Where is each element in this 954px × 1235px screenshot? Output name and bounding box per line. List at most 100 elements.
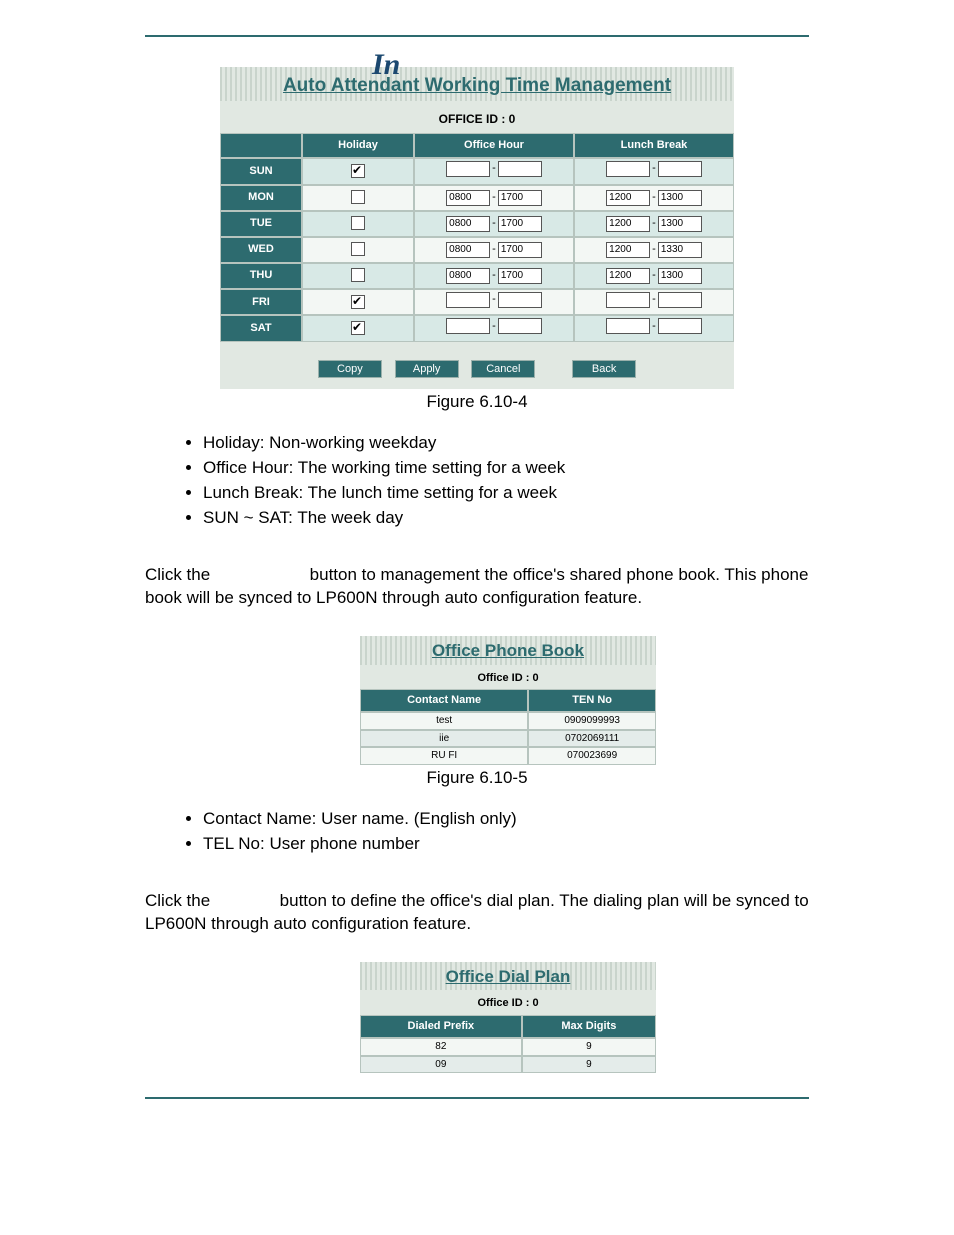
para2-b: button to define the office's dial plan.…: [145, 891, 809, 933]
range-dash: -: [652, 216, 656, 231]
table-row: THU 0800 - 1700 1200 - 1300: [220, 263, 734, 289]
para2-a: Click the: [145, 891, 215, 910]
time-input[interactable]: [446, 161, 490, 177]
time-input[interactable]: [446, 292, 490, 308]
office-hour-cell: -: [414, 158, 574, 185]
back-button[interactable]: Back: [572, 360, 636, 378]
time-input[interactable]: 1700: [498, 190, 542, 206]
lunch-cell: -: [574, 289, 734, 316]
time-input[interactable]: 1700: [498, 268, 542, 284]
day-label: SAT: [220, 315, 302, 342]
time-input[interactable]: 1300: [658, 268, 702, 284]
working-time-panel: Auto Attendant Working Time Management O…: [220, 67, 734, 389]
lunch-cell: -: [574, 315, 734, 342]
time-input[interactable]: [658, 161, 702, 177]
time-input[interactable]: 0800: [446, 216, 490, 232]
paragraph-dialplan: Click the button to define the office's …: [145, 890, 809, 936]
phonebook-title: Office Phone Book: [360, 640, 656, 663]
holiday-checkbox[interactable]: [351, 242, 365, 256]
day-label: SUN: [220, 158, 302, 185]
working-time-table: Holiday Office Hour Lunch Break SUN - - …: [220, 133, 734, 342]
day-label: FRI: [220, 289, 302, 316]
time-input[interactable]: 1200: [606, 190, 650, 206]
range-dash: -: [652, 161, 656, 176]
table-row: 099: [360, 1056, 656, 1074]
table-row: SAT - -: [220, 315, 734, 342]
list-item: Contact Name: User name. (English only): [203, 808, 809, 831]
header-logo: In: [372, 48, 400, 82]
table-row: TUE 0800 - 1700 1200 - 1300: [220, 211, 734, 237]
phonebook-table: Contact Name TEN No test0909099993iie070…: [360, 689, 656, 764]
holiday-checkbox[interactable]: [351, 268, 365, 282]
time-input[interactable]: 1700: [498, 216, 542, 232]
time-input[interactable]: [658, 292, 702, 308]
office-id-label: OFFICE ID : 0: [220, 101, 734, 133]
holiday-cell: [302, 158, 414, 185]
list-item: TEL No: User phone number: [203, 833, 809, 856]
time-input[interactable]: 0800: [446, 190, 490, 206]
time-input[interactable]: [606, 318, 650, 334]
list-item: Lunch Break: The lunch time setting for …: [203, 482, 809, 505]
time-input[interactable]: 1200: [606, 216, 650, 232]
office-hour-cell: -: [414, 289, 574, 316]
apply-button[interactable]: Apply: [395, 360, 459, 378]
prefix-cell: 09: [360, 1056, 522, 1074]
office-hour-cell: 0800 - 1700: [414, 211, 574, 237]
holiday-checkbox[interactable]: [351, 295, 365, 309]
list-item: Office Hour: The working time setting fo…: [203, 457, 809, 480]
day-label: THU: [220, 263, 302, 289]
phonebook-panel: Office Phone Book Office ID : 0 Contact …: [360, 636, 656, 765]
holiday-checkbox[interactable]: [351, 321, 365, 335]
holiday-checkbox[interactable]: [351, 164, 365, 178]
contact-name-cell: test: [360, 712, 528, 730]
time-input[interactable]: [606, 292, 650, 308]
figure-caption-1: Figure 6.10-4: [145, 391, 809, 414]
time-input[interactable]: 1300: [658, 216, 702, 232]
holiday-checkbox[interactable]: [351, 190, 365, 204]
footer-rule: [145, 1097, 809, 1099]
prefix-cell: 82: [360, 1038, 522, 1056]
maxdigits-cell: 9: [522, 1056, 656, 1074]
list-item: SUN ~ SAT: The week day: [203, 507, 809, 530]
range-dash: -: [652, 319, 656, 334]
holiday-checkbox[interactable]: [351, 216, 365, 230]
holiday-cell: [302, 211, 414, 237]
range-dash: -: [492, 319, 496, 334]
col-lunch: Lunch Break: [574, 133, 734, 158]
time-input[interactable]: [498, 292, 542, 308]
time-input[interactable]: 1300: [658, 190, 702, 206]
time-input[interactable]: [446, 318, 490, 334]
time-input[interactable]: 0800: [446, 268, 490, 284]
time-input[interactable]: [498, 318, 542, 334]
time-range: 1200 - 1330: [606, 242, 702, 258]
lunch-cell: -: [574, 158, 734, 185]
copy-button[interactable]: Copy: [318, 360, 382, 378]
office-hour-cell: 0800 - 1700: [414, 237, 574, 263]
time-input[interactable]: [606, 161, 650, 177]
time-range: 1200 - 1300: [606, 216, 702, 232]
range-dash: -: [652, 242, 656, 257]
col-tel-no: TEN No: [528, 689, 656, 712]
lunch-cell: 1200 - 1300: [574, 263, 734, 289]
time-input[interactable]: [658, 318, 702, 334]
table-row: MON 0800 - 1700 1200 - 1300: [220, 185, 734, 211]
tel-no-cell: 070023699: [528, 747, 656, 765]
day-label: WED: [220, 237, 302, 263]
holiday-cell: [302, 315, 414, 342]
range-dash: -: [652, 190, 656, 205]
time-input[interactable]: 1200: [606, 242, 650, 258]
day-label: TUE: [220, 211, 302, 237]
contact-name-cell: iie: [360, 730, 528, 748]
header-rule: [145, 35, 809, 37]
time-range: -: [606, 292, 702, 308]
cancel-button[interactable]: Cancel: [471, 360, 535, 378]
time-input[interactable]: 1200: [606, 268, 650, 284]
range-dash: -: [652, 292, 656, 307]
time-input[interactable]: [498, 161, 542, 177]
phonebook-office-id: Office ID : 0: [360, 665, 656, 690]
time-input[interactable]: 0800: [446, 242, 490, 258]
range-dash: -: [652, 268, 656, 283]
time-input[interactable]: 1700: [498, 242, 542, 258]
time-input[interactable]: 1330: [658, 242, 702, 258]
office-hour-cell: 0800 - 1700: [414, 185, 574, 211]
